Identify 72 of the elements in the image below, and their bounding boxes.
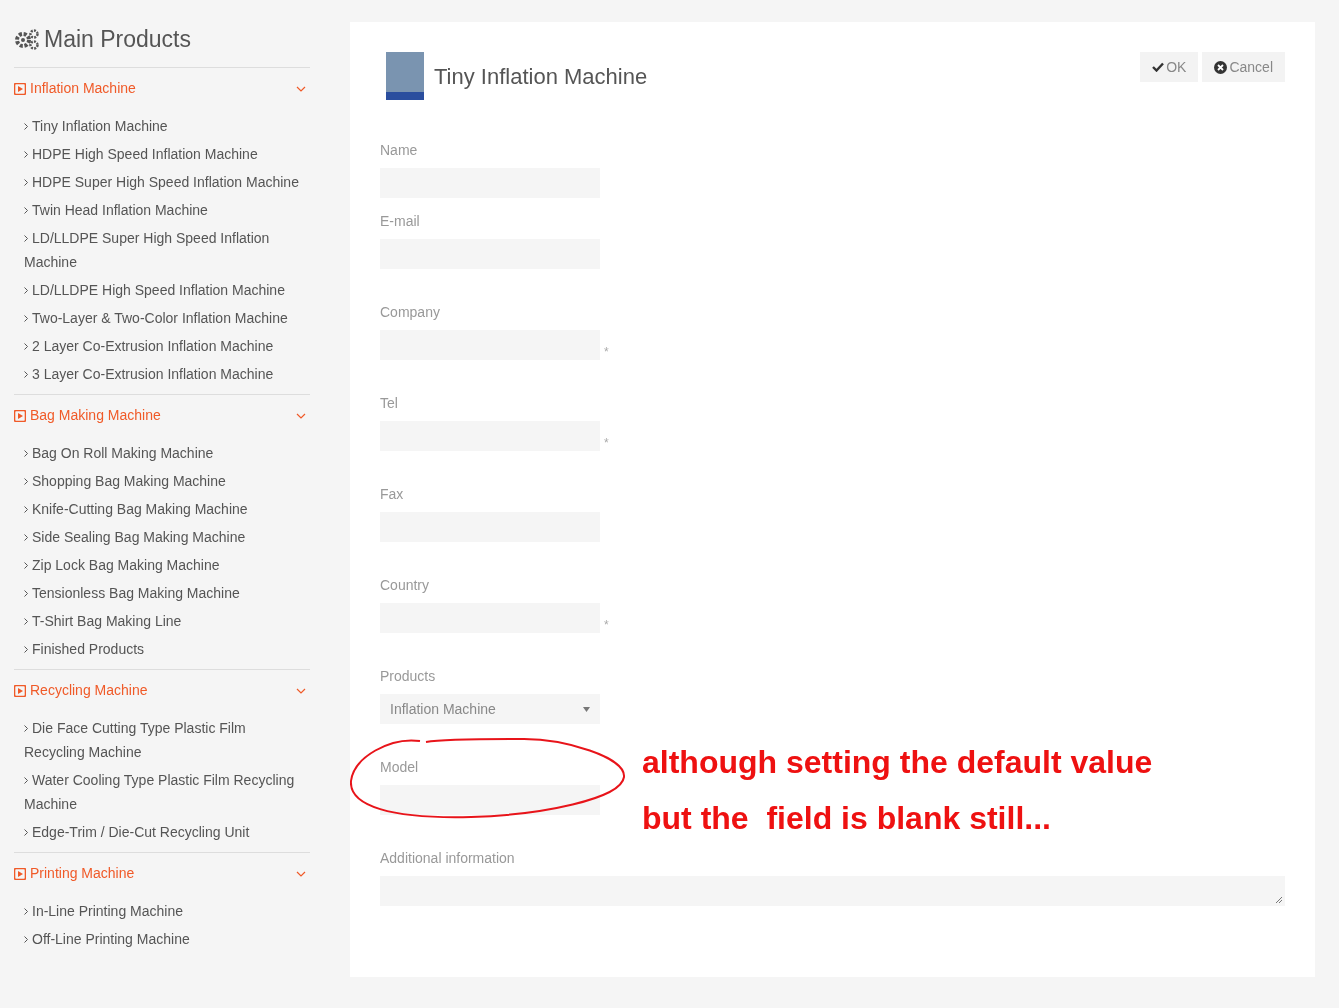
textarea-field[interactable] [380, 876, 1285, 906]
product-title: Tiny Inflation Machine [434, 62, 648, 91]
sidebar-link[interactable]: Shopping Bag Making Machine [24, 466, 310, 495]
chevron-right-icon [24, 478, 28, 486]
sidebar-link[interactable]: Side Sealing Bag Making Machine [24, 522, 310, 551]
sidebar-link[interactable]: Twin Head Inflation Machine [24, 195, 310, 224]
chevron-right-icon [24, 235, 28, 243]
chevron-right-icon [24, 908, 28, 916]
field-label: Country [380, 576, 430, 595]
sidebar-link[interactable]: Zip Lock Bag Making Machine [24, 550, 310, 579]
sidebar-link[interactable]: LD/LLDPE Super High Speed Inflation Machine [24, 223, 310, 276]
sidebar-link[interactable]: Knife-Cutting Bag Making Machine [24, 494, 310, 523]
chevron-right-icon [24, 534, 28, 542]
input-field[interactable] [380, 785, 600, 815]
sidebar-link[interactable]: LD/LLDPE High Speed Inflation Machine [24, 275, 310, 304]
chevron-right-icon [24, 343, 28, 351]
gears-icon [14, 28, 40, 51]
chevron-right-icon [24, 936, 28, 944]
sidebar-link[interactable]: Tensionless Bag Making Machine [24, 578, 310, 607]
chevron-right-icon [24, 725, 28, 733]
chevron-right-icon [24, 179, 28, 187]
machine-photo-placeholder [386, 52, 424, 100]
sidebar-link[interactable]: Off-Line Printing Machine [24, 924, 310, 953]
chevron-right-icon [24, 315, 28, 323]
sidebar-link[interactable]: T-Shirt Bag Making Line [24, 606, 310, 635]
required-mark: * [604, 437, 609, 449]
chevron-right-icon [24, 123, 28, 131]
dropdown-arrow-icon [583, 706, 590, 712]
chevron-right-icon [24, 562, 28, 570]
sidebar-link[interactable]: HDPE Super High Speed Inflation Machine [24, 167, 310, 196]
chevron-right-icon [24, 371, 28, 379]
annotation-text: although setting the default value [642, 743, 1153, 781]
field-label: Additional information [380, 849, 515, 868]
sidebar-link[interactable]: HDPE High Speed Inflation Machine [24, 139, 310, 168]
field-label: Fax [380, 485, 404, 504]
sidebar-link[interactable]: Edge-Trim / Die-Cut Recycling Unit [24, 817, 310, 846]
sidebar-link[interactable]: 3 Layer Co-Extrusion Inflation Machine [24, 359, 310, 388]
field-label: Model [380, 758, 419, 777]
chevron-down-icon [296, 687, 306, 694]
required-mark: * [604, 346, 609, 358]
chevron-right-icon [24, 207, 28, 215]
chevron-right-icon [24, 618, 28, 626]
sidebar-link[interactable]: Bag On Roll Making Machine [24, 438, 310, 467]
required-mark: * [604, 619, 609, 631]
field-label: Tel [380, 394, 398, 413]
chevron-down-icon [296, 870, 306, 877]
sidebar-link[interactable]: Tiny Inflation Machine [24, 111, 310, 140]
chevron-right-icon [24, 646, 28, 654]
field-label: Name [380, 141, 418, 160]
field-label: Products [380, 667, 436, 686]
sidebar-title: Main Products [44, 25, 191, 54]
sidebar-link[interactable]: In-Line Printing Machine [24, 896, 310, 925]
field-label: Company [380, 303, 440, 322]
annotation-text: but the field is blank still... [642, 799, 1052, 837]
chevron-right-icon [24, 151, 28, 159]
chevron-right-icon [24, 450, 28, 458]
chevron-down-icon [296, 412, 306, 419]
sidebar-link[interactable]: 2 Layer Co-Extrusion Inflation Machine [24, 331, 310, 360]
chevron-right-icon [24, 590, 28, 598]
chevron-right-icon [24, 829, 28, 837]
sidebar-link[interactable]: Water Cooling Type Plastic Film Recycling Machine [24, 765, 310, 818]
resize-handle-icon [1275, 896, 1283, 904]
sidebar-link[interactable]: Two-Layer & Two-Color Inflation Machine [24, 303, 310, 332]
sidebar-link[interactable]: Die Face Cutting Type Plastic Film Recycling Machine [24, 713, 310, 766]
field-label: E-mail [380, 212, 420, 231]
chevron-right-icon [24, 287, 28, 295]
chevron-right-icon [24, 777, 28, 785]
chevron-down-icon [296, 85, 306, 92]
close-circle-icon [1214, 60, 1228, 74]
checkmark-icon [1152, 62, 1165, 72]
chevron-right-icon [24, 506, 28, 514]
sidebar-link[interactable]: Finished Products [24, 634, 310, 663]
